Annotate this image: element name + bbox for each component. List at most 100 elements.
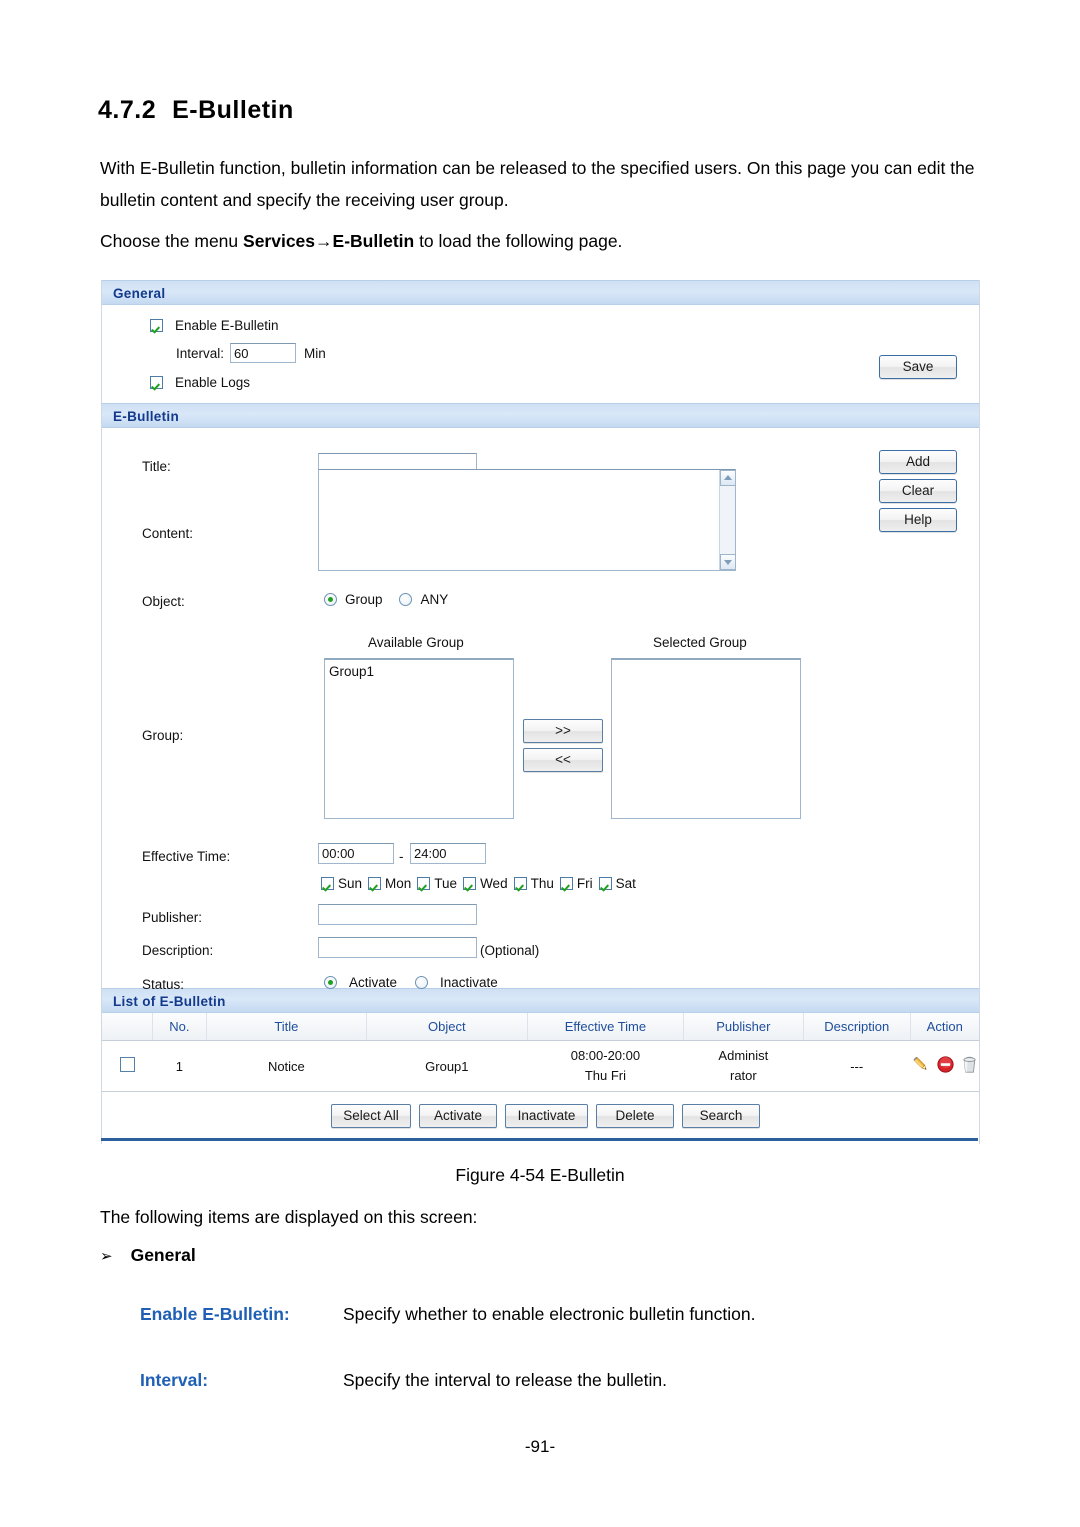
heading-title: E-Bulletin [172,96,294,124]
section-header-general: General [102,280,979,305]
effective-days-row[interactable]: Sun Mon Tue Wed Thu Fri Sat [321,876,636,891]
edit-pencil-icon[interactable] [911,1055,930,1074]
day-checkbox-wed[interactable] [463,877,477,890]
column-header-publisher: Publisher [683,1013,804,1041]
section-header-list-of-ebulletin: List of E-Bulletin [102,988,979,1013]
row-publisher: Administ rator [683,1040,804,1092]
effective-time-start-input[interactable] [318,843,394,864]
object-option-any-label: ANY [420,592,449,607]
description-input[interactable] [318,937,477,958]
enable-ebulletin-label: Enable E-Bulletin [175,318,279,333]
menu-path-paragraph: Choose the menu Services→E-Bulletin to l… [100,225,980,257]
table-header-row: No. Title Object Effective Time Publishe… [102,1013,979,1041]
content-label: Content: [142,526,194,541]
row-checkbox[interactable] [119,1057,135,1072]
status-option-activate-label: Activate [349,975,398,990]
manual-page: 4.7.2 E-Bulletin With E-Bulletin function… [0,0,1080,1527]
status-radio-inactivate-option[interactable] [415,976,429,989]
available-group-listbox[interactable]: Group1 [324,658,514,819]
content-textarea[interactable] [319,470,735,570]
title-label: Title: [142,459,171,474]
clear-button[interactable]: Clear [879,479,957,503]
status-radio-group[interactable]: Activate Inactivate [324,975,498,990]
content-scrollbar[interactable] [719,470,736,570]
publisher-input[interactable] [318,904,477,925]
enable-logs-checkbox[interactable] [150,376,163,389]
activate-button[interactable]: Activate [419,1104,497,1128]
object-radio-group[interactable]: Group ANY [324,592,448,607]
definition-term: Interval: [140,1370,209,1390]
row-no: 1 [152,1040,207,1092]
day-label-sat: Sat [615,876,636,891]
day-checkbox-thu[interactable] [513,877,527,890]
enable-ebulletin-checkbox[interactable] [150,319,163,332]
status-radio-activate-option[interactable] [324,976,337,989]
row-effective-time: 08:00-20:00 Thu Fri [527,1040,684,1092]
column-header-action: Action [910,1013,979,1041]
add-button[interactable]: Add [879,450,957,474]
deny-circle-icon[interactable] [937,1056,954,1073]
menu-path-services: Services [243,231,316,251]
save-button[interactable]: Save [879,355,957,379]
menu-path-ebulletin: E-Bulletin [332,231,415,251]
menu-sentence-pre: Choose the menu [100,231,244,251]
enable-ebulletin-row[interactable]: Enable E-Bulletin [150,318,279,333]
search-button[interactable]: Search [682,1104,760,1128]
day-label-tue: Tue [434,876,458,891]
content-textarea-wrapper[interactable] [318,469,736,571]
bullet-general-label: General [130,1245,196,1265]
column-header-select [102,1013,153,1041]
row-select-cell[interactable] [102,1040,153,1092]
move-left-button[interactable]: << [523,748,603,772]
menu-sentence-post: to load the following page. [414,231,623,251]
table-row[interactable]: 1 Notice Group1 08:00-20:00 Thu Fri Admi… [102,1040,979,1092]
column-header-description: Description [803,1013,911,1041]
day-checkbox-sat[interactable] [598,877,612,890]
ebulletin-panel: Title: Content: Add Clear Help Object: G… [102,428,979,992]
section-header-ebulletin: E-Bulletin [102,403,979,428]
router-webui-screenshot: General Enable E-Bulletin Interval: Min … [101,280,980,1144]
object-radio-any-option[interactable] [398,593,412,606]
row-object: Group1 [366,1040,528,1092]
help-button[interactable]: Help [879,508,957,532]
day-checkbox-tue[interactable] [417,877,431,890]
inactivate-button[interactable]: Inactivate [505,1104,588,1128]
definition-enable-ebulletin: Enable E-Bulletin: Specify whether to ena… [140,1304,755,1325]
intro-paragraph: With E-Bulletin function, bulletin infor… [100,158,975,210]
list-item[interactable]: Group1 [329,663,509,680]
row-publisher-line2: rator [729,1068,757,1083]
selected-group-listbox[interactable] [611,658,801,819]
bullet-general: ➢ General [100,1245,196,1266]
row-description: --- [803,1040,910,1092]
move-right-button[interactable]: >> [523,719,603,743]
day-checkbox-sun[interactable] [321,877,334,890]
day-checkbox-fri[interactable] [559,877,573,890]
interval-input[interactable] [230,343,297,363]
scroll-down-icon[interactable] [720,554,736,570]
column-header-title: Title [206,1013,367,1041]
select-all-button[interactable]: Select All [331,1104,411,1128]
page-title: 4.7.2 E-Bulletin [98,96,294,125]
day-label-fri: Fri [576,876,593,891]
list-action-bar: Select All Activate Inactivate Delete Se… [102,1092,979,1144]
ebulletin-table: No. Title Object Effective Time Publishe… [102,1013,979,1092]
delete-button[interactable]: Delete [596,1104,674,1128]
enable-logs-row[interactable]: Enable Logs [150,375,250,390]
effective-time-end-input[interactable] [410,843,486,864]
page-number: -91- [524,1437,556,1456]
interval-label: Interval: [176,345,225,361]
status-label: Status: [142,977,185,992]
scroll-up-icon[interactable] [720,470,736,486]
day-checkbox-mon[interactable] [368,877,382,890]
description-optional-label: (Optional) [480,943,540,958]
object-radio-group-option[interactable] [324,593,337,606]
menu-arrow-icon: → [315,231,333,251]
definition-term: Enable E-Bulletin: [140,1304,290,1324]
row-effective-time-line2: Thu Fri [584,1068,627,1083]
general-panel: Enable E-Bulletin Interval: Min Enable L… [102,305,979,403]
object-label: Object: [142,594,185,609]
day-label-wed: Wed [480,876,508,891]
available-group-label: Available Group [368,635,464,650]
day-label-sun: Sun [338,876,363,891]
trash-bin-icon[interactable] [961,1055,978,1074]
